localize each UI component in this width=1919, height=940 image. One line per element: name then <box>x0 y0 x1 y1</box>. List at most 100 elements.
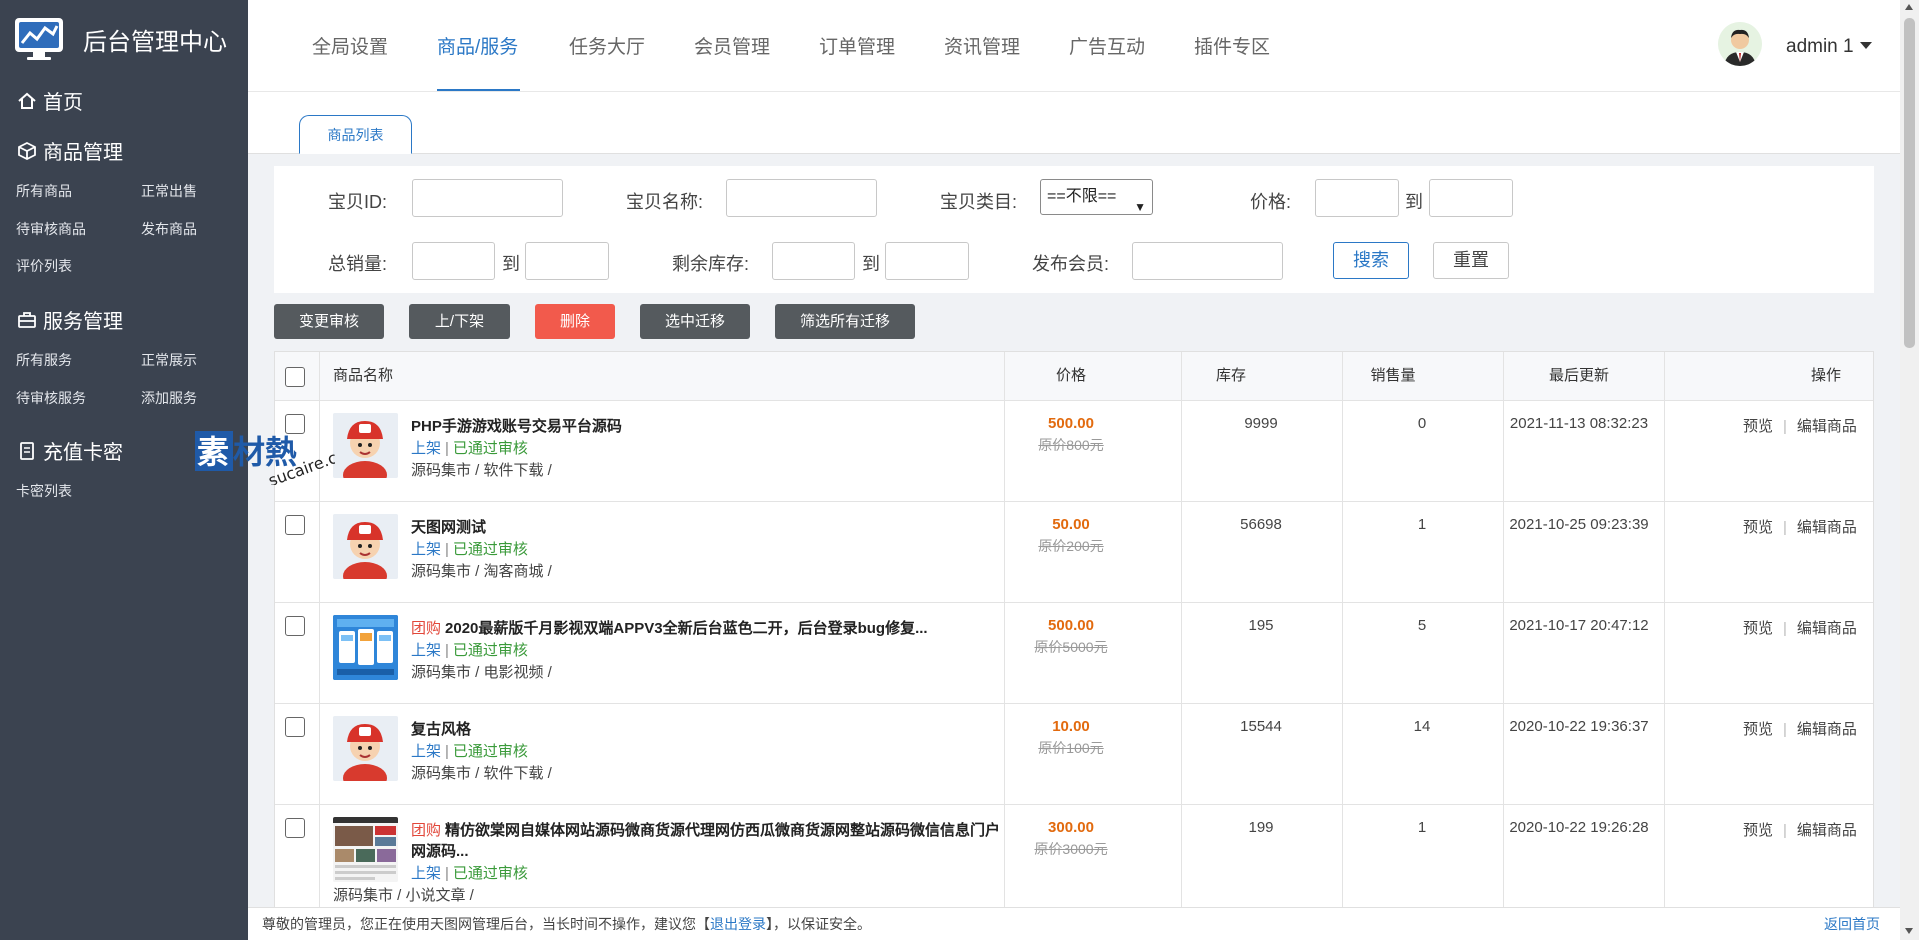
row-checkbox[interactable] <box>285 818 305 838</box>
migrate-selected-button[interactable]: 选中迁移 <box>640 304 750 339</box>
sales-min-input[interactable] <box>412 242 495 280</box>
sidebar-item-home[interactable]: 首页 <box>17 86 83 115</box>
goods-name-input[interactable] <box>726 179 877 217</box>
chevron-down-icon[interactable] <box>1860 42 1872 49</box>
reset-button[interactable]: 重置 <box>1433 242 1509 279</box>
stock-max-input[interactable] <box>885 242 969 280</box>
page-scrollbar[interactable] <box>1900 0 1919 940</box>
sidebar-item-reviews[interactable]: 评价列表 <box>16 256 72 276</box>
sidebar-item-all-services[interactable]: 所有服务 <box>16 350 72 370</box>
category-label: 宝贝类目: <box>940 192 1018 212</box>
chevron-down-icon: ▼ <box>1134 200 1146 214</box>
tab-news-management[interactable]: 资讯管理 <box>944 32 1020 59</box>
sidebar-item-on-sale[interactable]: 正常出售 <box>141 181 197 201</box>
product-original-price: 原价3000元 <box>1034 841 1108 857</box>
edit-link[interactable]: 编辑商品 <box>1797 620 1857 637</box>
preview-link[interactable]: 预览 <box>1743 721 1773 738</box>
category-select-value: ==不限== <box>1047 188 1117 205</box>
sidebar-item-add-service[interactable]: 添加服务 <box>141 388 197 408</box>
product-price: 300.00 <box>1048 819 1094 836</box>
product-name[interactable]: 复古风格 <box>411 718 471 739</box>
table-row[interactable]: PHP手游游戏账号交易平台源码 上架 | 已通过审核 源码集市 / 软件下载 / 5… <box>275 400 1873 501</box>
sidebar-item-card-list[interactable]: 卡密列表 <box>16 481 72 501</box>
product-category: 源码集市 / 软件下载 / <box>411 765 552 782</box>
preview-link[interactable]: 预览 <box>1743 519 1773 536</box>
product-sales: 0 <box>1417 415 1427 432</box>
product-updated: 2020-10-22 19:26:28 <box>1509 819 1649 836</box>
avatar[interactable] <box>1718 22 1762 66</box>
tab-goods-list[interactable]: 商品列表 <box>299 115 412 154</box>
product-status: 上架 | 已通过审核 <box>411 440 528 457</box>
preview-link[interactable]: 预览 <box>1743 418 1773 435</box>
product-original-price: 原价100元 <box>1038 740 1104 756</box>
sidebar-group-cards[interactable]: 充值卡密 <box>17 436 123 465</box>
header-sales: 销售量 <box>1370 367 1416 384</box>
sidebar-group-services[interactable]: 服务管理 <box>17 305 123 334</box>
product-name[interactable]: 天图网测试 <box>411 516 486 537</box>
table-row[interactable]: 天图网测试 上架 | 已通过审核 源码集市 / 淘客商城 / 50.00 原价200… <box>275 501 1873 602</box>
migrate-all-button[interactable]: 筛选所有迁移 <box>775 304 915 339</box>
stock-to-label: 到 <box>862 254 880 274</box>
sidebar-group-label: 商品管理 <box>43 142 123 164</box>
sidebar-item-publish-goods[interactable]: 发布商品 <box>141 219 197 239</box>
scrollbar-thumb[interactable] <box>1904 18 1915 348</box>
tab-order-management[interactable]: 订单管理 <box>819 32 895 59</box>
tab-goods-services[interactable]: 商品/服务 <box>437 32 518 59</box>
header-stock: 库存 <box>1215 367 1246 384</box>
goods-id-input[interactable] <box>412 179 563 217</box>
row-checkbox[interactable] <box>285 717 305 737</box>
table-row[interactable]: 复古风格 上架 | 已通过审核 源码集市 / 软件下载 / 10.00 原价100元… <box>275 703 1873 804</box>
header-price: 价格 <box>1055 367 1086 384</box>
price-to-label: 到 <box>1405 192 1423 212</box>
sidebar-item-pending-services[interactable]: 待审核服务 <box>16 388 86 408</box>
product-name[interactable]: 团购 精仿欲棠网自媒体网站源码微商货源代理网仿西瓜微商货源网整站源码微信信息门户 <box>411 819 1000 840</box>
scroll-up-arrow-icon[interactable] <box>1905 4 1913 10</box>
scroll-down-arrow-icon[interactable] <box>1905 928 1913 934</box>
sales-max-input[interactable] <box>525 242 609 280</box>
logout-link[interactable]: 退出登录 <box>710 916 766 932</box>
edit-link[interactable]: 编辑商品 <box>1797 418 1857 435</box>
sidebar-group-goods[interactable]: 商品管理 <box>17 136 123 165</box>
price-label: 价格: <box>1250 192 1292 212</box>
sidebar-item-pending-goods[interactable]: 待审核商品 <box>16 219 86 239</box>
product-stock: 199 <box>1248 819 1274 836</box>
goods-name-label: 宝贝名称: <box>626 192 704 212</box>
table-row[interactable]: 团购 2020最薪版千月影视双端APPV3全新后台蓝色二开，后台登录bug修复..… <box>275 602 1873 703</box>
stock-min-input[interactable] <box>772 242 855 280</box>
product-name[interactable]: 团购 2020最薪版千月影视双端APPV3全新后台蓝色二开，后台登录bug修复..… <box>411 617 928 638</box>
category-select[interactable]: ==不限== ▼ <box>1040 179 1153 215</box>
search-button[interactable]: 搜索 <box>1333 242 1409 279</box>
tab-plugins[interactable]: 插件专区 <box>1194 32 1270 59</box>
return-home-link[interactable]: 返回首页 <box>1824 908 1880 940</box>
edit-link[interactable]: 编辑商品 <box>1797 721 1857 738</box>
product-price: 500.00 <box>1048 415 1094 432</box>
table-row[interactable]: 团购 精仿欲棠网自媒体网站源码微商货源代理网仿西瓜微商货源网整站源码微信信息门户 … <box>275 804 1873 910</box>
row-actions: 预览 | 编辑商品 <box>1743 822 1857 839</box>
tab-task-hall[interactable]: 任务大厅 <box>569 32 645 59</box>
product-updated: 2020-10-22 19:36:37 <box>1509 718 1649 735</box>
edit-link[interactable]: 编辑商品 <box>1797 519 1857 536</box>
price-max-input[interactable] <box>1429 179 1513 217</box>
brand[interactable]: 后台管理中心 <box>13 14 227 64</box>
tab-ad-interaction[interactable]: 广告互动 <box>1069 32 1145 59</box>
price-min-input[interactable] <box>1315 179 1399 217</box>
sales-to-label: 到 <box>502 254 520 274</box>
edit-link[interactable]: 编辑商品 <box>1797 822 1857 839</box>
tab-global-settings[interactable]: 全局设置 <box>312 32 388 59</box>
toggle-listing-button[interactable]: 上/下架 <box>409 304 510 339</box>
delete-button[interactable]: 删除 <box>535 304 615 339</box>
header-actions: 操作 <box>1811 367 1842 384</box>
select-all-checkbox[interactable] <box>285 367 305 387</box>
product-sales: 1 <box>1417 819 1427 836</box>
preview-link[interactable]: 预览 <box>1743 822 1773 839</box>
member-input[interactable] <box>1132 242 1283 280</box>
sidebar-item-all-goods[interactable]: 所有商品 <box>16 181 72 201</box>
product-name[interactable]: PHP手游游戏账号交易平台源码 <box>411 415 622 436</box>
row-checkbox[interactable] <box>285 616 305 636</box>
change-review-button[interactable]: 变更审核 <box>274 304 384 339</box>
tab-member-management[interactable]: 会员管理 <box>694 32 770 59</box>
row-checkbox[interactable] <box>285 515 305 535</box>
sidebar-item-shown-services[interactable]: 正常展示 <box>141 350 197 370</box>
preview-link[interactable]: 预览 <box>1743 620 1773 637</box>
home-icon <box>18 92 36 109</box>
